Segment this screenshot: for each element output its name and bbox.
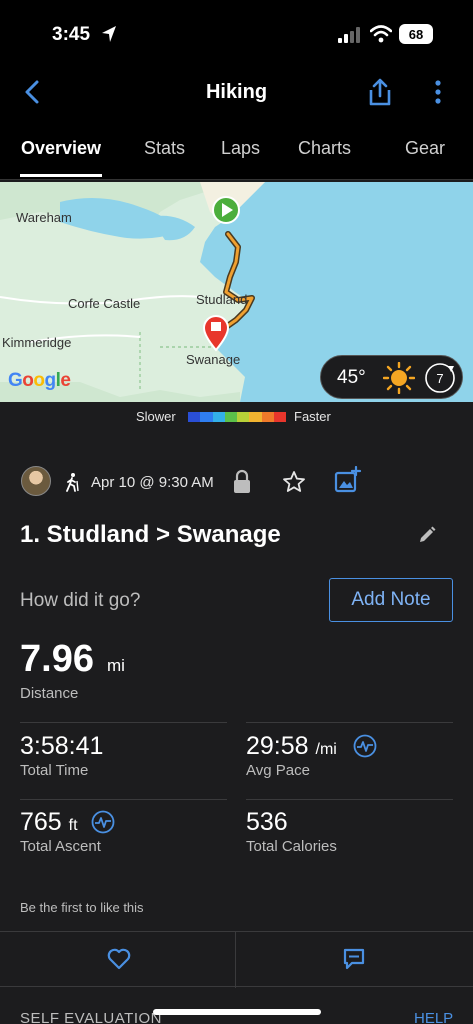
home-indicator — [153, 1009, 321, 1015]
weather-temperature: 45° — [337, 367, 366, 388]
legend-faster-label: Faster — [294, 409, 331, 424]
divider — [246, 722, 453, 723]
status-time: 3:45 — [52, 24, 91, 45]
total-calories-value: 536 — [246, 808, 288, 836]
sun-icon — [383, 362, 415, 394]
pace-color-swatch — [237, 412, 250, 422]
heart-rate-chart-icon[interactable] — [353, 734, 377, 758]
avg-pace-value: 29:58 — [246, 732, 309, 760]
like-heart-icon[interactable] — [106, 947, 132, 971]
add-photo-icon[interactable] — [334, 466, 362, 494]
active-tab-indicator — [20, 174, 102, 177]
tab-gear[interactable]: Gear — [405, 138, 445, 159]
pace-legend: Slower Faster — [0, 406, 473, 428]
status-bar: 3:45 68 — [0, 0, 473, 68]
pace-color-swatch — [188, 412, 201, 422]
avg-pace-unit: /mi — [315, 741, 337, 758]
pace-color-swatch — [249, 412, 262, 422]
wifi-icon — [370, 25, 392, 43]
total-time-value: 3:58:41 — [20, 732, 104, 760]
avg-pace-stat: 29:58 /mi — [246, 732, 337, 761]
more-vertical-icon[interactable] — [428, 79, 448, 105]
total-ascent-value: 765 — [20, 808, 62, 836]
location-arrow-icon — [102, 26, 116, 42]
map-label-kimmeridge: Kimmeridge — [2, 335, 72, 350]
divider — [20, 799, 227, 800]
total-ascent-unit: ft — [68, 817, 78, 834]
pace-color-swatch — [200, 412, 213, 422]
distance-value: 7.96 — [20, 638, 94, 680]
avg-pace-label: Avg Pace — [246, 762, 310, 779]
tab-overview[interactable]: Overview — [21, 138, 101, 159]
route-map[interactable]: Wareham Corfe Castle Studland Kimmeridge… — [0, 182, 473, 402]
total-time-label: Total Time — [20, 762, 89, 779]
battery-icon: 68 — [399, 24, 433, 44]
pace-color-swatch — [224, 412, 237, 422]
pace-gradient-bar — [188, 412, 286, 422]
tab-laps[interactable]: Laps — [221, 138, 260, 159]
total-ascent-stat: 765 ft — [20, 808, 78, 837]
star-icon[interactable] — [282, 470, 306, 494]
pace-color-swatch — [273, 412, 286, 422]
page-title: Hiking — [205, 81, 268, 103]
map-label-studland: Studland — [196, 292, 248, 307]
distance-unit: mi — [107, 656, 125, 675]
legend-slower-label: Slower — [136, 409, 176, 424]
tab-bar: Overview Stats Laps Charts Gear — [0, 118, 473, 180]
divider — [20, 722, 227, 723]
wind-speed: 7 — [436, 371, 443, 386]
weather-badge[interactable]: 45° 7 — [320, 355, 463, 399]
wind-direction-icon: 7 — [425, 363, 455, 393]
activity-title: 1. Studland > Swanage — [20, 521, 281, 548]
elevation-chart-icon[interactable] — [91, 810, 115, 834]
edit-pencil-icon[interactable] — [417, 525, 437, 545]
add-note-button[interactable]: Add Note — [329, 578, 453, 622]
start-marker-icon — [212, 196, 240, 224]
divider — [235, 932, 236, 988]
avatar[interactable] — [21, 466, 51, 496]
distance-label: Distance — [20, 685, 79, 702]
map-label-swanage: Swanage — [186, 352, 241, 367]
battery-level: 68 — [408, 26, 424, 42]
divider — [246, 799, 453, 800]
likes-text: Be the first to like this — [20, 900, 144, 915]
google-logo: Google — [8, 370, 71, 391]
cellular-signal-icon — [338, 27, 360, 43]
total-calories-label: Total Calories — [246, 838, 337, 855]
help-link[interactable]: HELP — [414, 1010, 453, 1024]
map-label-corfe-castle: Corfe Castle — [68, 296, 141, 311]
nav-bar: Hiking — [0, 68, 473, 118]
comment-icon[interactable] — [342, 947, 366, 971]
pace-color-swatch — [212, 412, 225, 422]
pace-color-swatch — [261, 412, 274, 422]
hiking-icon — [66, 473, 79, 492]
map-label-wareham: Wareham — [16, 210, 72, 225]
social-actions — [0, 931, 473, 988]
tab-stats[interactable]: Stats — [144, 138, 185, 159]
lock-icon[interactable] — [232, 469, 252, 495]
tab-charts[interactable]: Charts — [298, 138, 351, 159]
total-ascent-label: Total Ascent — [20, 838, 101, 855]
how-did-it-go-prompt: How did it go? — [20, 590, 141, 611]
share-icon[interactable] — [366, 77, 394, 107]
activity-date: Apr 10 @ 9:30 AM — [91, 474, 214, 491]
self-evaluation-header: SELF EVALUATION — [20, 1010, 162, 1024]
